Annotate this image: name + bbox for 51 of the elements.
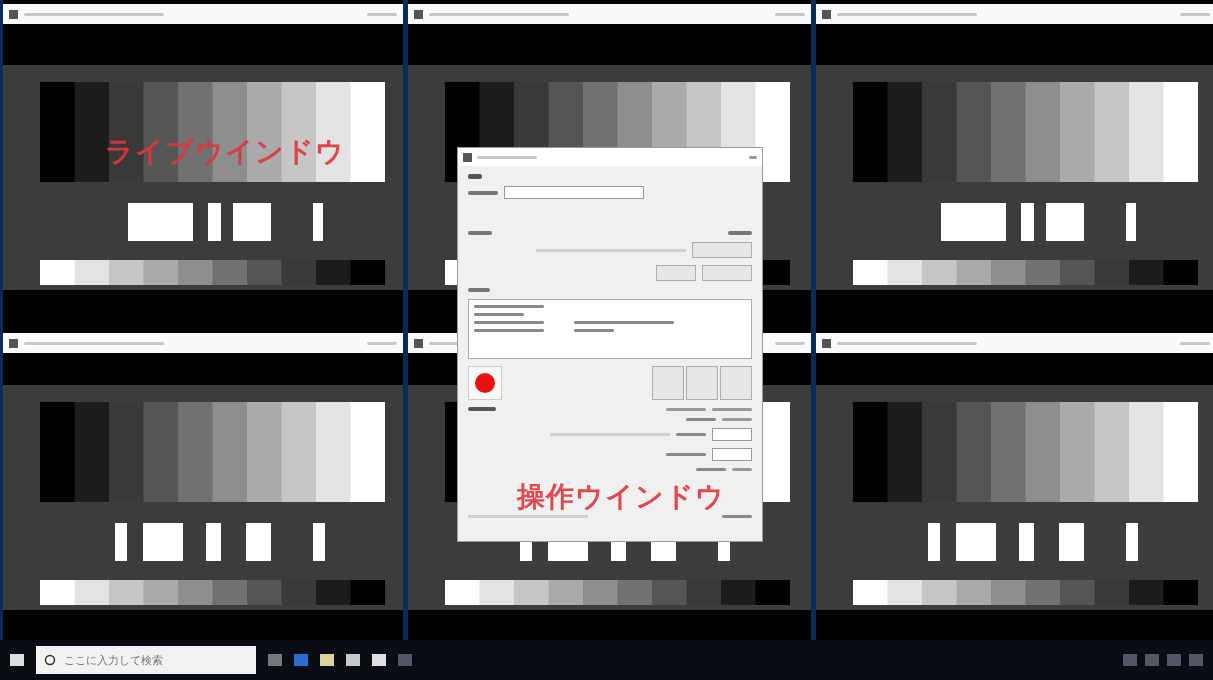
push-button[interactable]: [686, 366, 718, 400]
app-icon: [822, 338, 831, 348]
test-pattern-block: [1059, 523, 1084, 561]
test-pattern-block: [1019, 523, 1034, 561]
test-pattern-block: [128, 203, 193, 241]
push-button[interactable]: [652, 366, 684, 400]
record-button[interactable]: [468, 366, 502, 400]
test-pattern-block: [928, 523, 940, 561]
folder-icon[interactable]: [320, 654, 334, 666]
app-icon: [463, 152, 472, 162]
push-button[interactable]: [720, 366, 752, 400]
tray-icon[interactable]: [1123, 654, 1137, 666]
test-pattern-block: [143, 523, 183, 561]
input-field[interactable]: [712, 428, 752, 441]
start-icon[interactable]: [10, 654, 24, 666]
app-icon: [9, 338, 18, 348]
record-icon: [475, 373, 495, 393]
test-pattern-block: [246, 523, 271, 561]
search-field[interactable]: ここに入力して検索: [36, 646, 256, 674]
test-pattern-block: [1021, 203, 1034, 241]
test-pattern-block: [208, 203, 221, 241]
store-icon[interactable]: [346, 654, 360, 666]
test-pattern-block: [233, 203, 271, 241]
mail-icon[interactable]: [372, 654, 386, 666]
annotation-label: 操作ウインドウ: [517, 479, 725, 515]
test-pattern-block: [956, 523, 996, 561]
network-icon[interactable]: [1145, 654, 1159, 666]
test-pattern-block: [313, 203, 323, 241]
dropdown[interactable]: [692, 242, 752, 258]
push-button[interactable]: [702, 265, 752, 281]
test-pattern-block: [115, 523, 127, 561]
app-icon: [414, 9, 423, 19]
app-icon: [822, 9, 831, 19]
app-icon: [414, 338, 423, 348]
input-field[interactable]: [504, 186, 644, 199]
search-icon: [44, 654, 56, 666]
push-button[interactable]: [656, 265, 696, 281]
test-pattern-block: [313, 523, 325, 561]
test-pattern-block: [1126, 523, 1138, 561]
browser-icon[interactable]: [294, 654, 308, 666]
app-icon: [9, 9, 18, 19]
notification-icon[interactable]: [1189, 654, 1203, 666]
app-icon[interactable]: [398, 654, 412, 666]
task-view-icon[interactable]: [268, 654, 282, 666]
test-pattern-block: [1046, 203, 1084, 241]
volume-icon[interactable]: [1167, 654, 1181, 666]
input-field[interactable]: [712, 448, 752, 461]
test-pattern-block: [1126, 203, 1136, 241]
annotation-label: ライブウインドウ: [105, 134, 345, 170]
test-pattern-block: [941, 203, 1006, 241]
test-pattern-block: [206, 523, 221, 561]
